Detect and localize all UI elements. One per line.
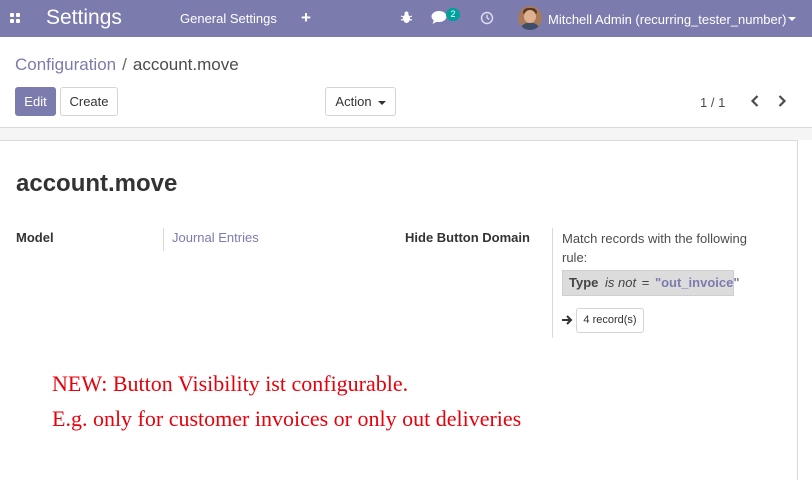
sheet-right-border xyxy=(797,140,798,480)
records-count-button[interactable]: 4 record(s) xyxy=(576,308,644,333)
add-menu-icon[interactable]: + xyxy=(301,8,311,28)
rule-equals: = xyxy=(641,275,650,290)
rule-field: Type xyxy=(569,275,599,290)
edit-button[interactable]: Edit xyxy=(15,87,56,116)
chevron-right-icon[interactable] xyxy=(776,94,788,113)
sheet-background xyxy=(0,128,812,140)
create-button[interactable]: Create xyxy=(60,87,118,116)
breadcrumb-configuration[interactable]: Configuration xyxy=(15,55,116,74)
top-navbar: Settings General Settings + 2 Mitchell A… xyxy=(0,0,812,37)
rule-value: "out_invoice" xyxy=(654,275,740,290)
clock-icon[interactable] xyxy=(480,11,494,30)
breadcrumb-current: account.move xyxy=(132,55,239,74)
pager-value[interactable]: 1 / 1 xyxy=(700,95,725,110)
field-divider xyxy=(552,228,553,338)
model-label: Model xyxy=(16,230,54,245)
rule-operator: is not xyxy=(605,275,637,290)
user-avatar[interactable] xyxy=(518,6,542,30)
arrow-right-icon xyxy=(561,313,573,331)
action-label: Action xyxy=(335,94,372,109)
caret-down-icon[interactable] xyxy=(788,17,796,21)
annotation-line-1: NEW: Button Visibility ist configurable. xyxy=(52,371,409,396)
annotation-line-2: E.g. only for customer invoices or only … xyxy=(52,406,522,431)
user-menu[interactable]: Mitchell Admin (recurring_tester_number) xyxy=(548,12,786,27)
sheet-top-border xyxy=(0,140,797,141)
caret-down-icon xyxy=(377,100,386,105)
model-value-link[interactable]: Journal Entries xyxy=(172,230,259,245)
record-title: account.move xyxy=(16,170,178,197)
hide-button-domain-label: Hide Button Domain xyxy=(405,230,530,245)
apps-menu-icon[interactable] xyxy=(10,13,21,24)
breadcrumb: Configuration / account.move xyxy=(15,55,239,75)
app-title[interactable]: Settings xyxy=(46,6,122,30)
chevron-left-icon[interactable] xyxy=(749,94,761,113)
domain-rule: Type is not = "out_invoice" xyxy=(562,270,740,296)
action-dropdown[interactable]: Action xyxy=(325,87,396,116)
menu-general-settings[interactable]: General Settings xyxy=(180,11,277,26)
bug-icon[interactable] xyxy=(400,10,413,29)
domain-description: Match records with the following rule: xyxy=(562,231,747,265)
field-divider xyxy=(163,228,164,251)
breadcrumb-separator: / xyxy=(122,55,127,74)
messages-badge: 2 xyxy=(446,8,460,21)
